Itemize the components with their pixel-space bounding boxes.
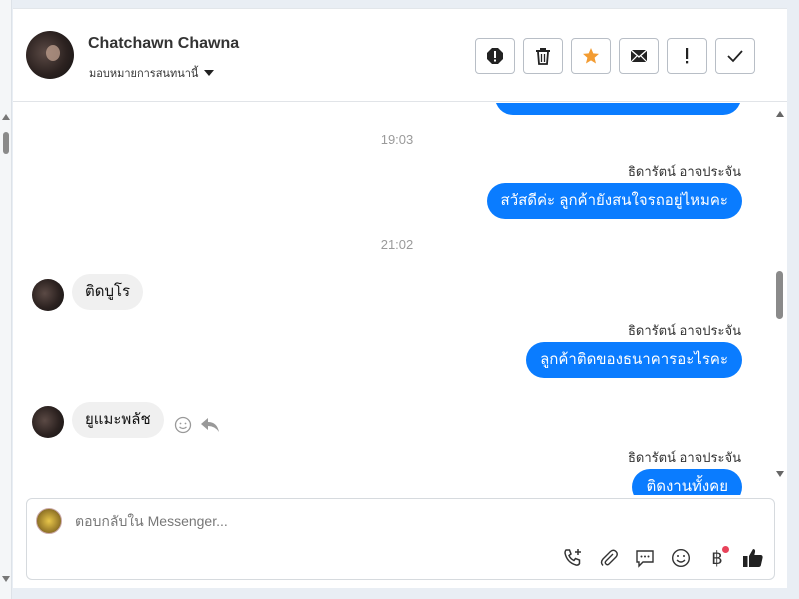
- sender-name: ธิดารัตน์ อาจประจัน: [627, 450, 741, 465]
- sender-name: ธิดารัตน์ อาจประจัน: [627, 323, 741, 338]
- timestamp: 21:02: [380, 237, 414, 252]
- app-frame: Chatchawn Chawna มอบหมายการสนทนานี้ 19:0…: [0, 0, 799, 599]
- message-composer: ฿: [26, 498, 775, 580]
- header-actions: [475, 38, 755, 74]
- call-button[interactable]: [560, 545, 586, 571]
- sender-name: ธิดารัตน์ อาจประจัน: [627, 164, 741, 179]
- react-emoji-icon[interactable]: [174, 416, 192, 434]
- check-icon: [727, 50, 743, 63]
- report-icon: [487, 48, 503, 64]
- timestamp: 19:03: [380, 132, 414, 147]
- message-bubble-outgoing-partial[interactable]: [495, 103, 741, 115]
- reply-input[interactable]: [75, 513, 715, 529]
- star-icon: [583, 48, 599, 64]
- notification-dot: [722, 546, 729, 553]
- envelope-icon: [630, 49, 648, 63]
- trash-icon: [536, 48, 550, 65]
- message-bubble-outgoing[interactable]: สวัสดีค่ะ ลูกค้ายังสนใจรถอยู่ไหมคะ: [486, 183, 742, 219]
- reply-icon[interactable]: [200, 417, 220, 433]
- chat-bubble-icon: [636, 550, 654, 568]
- paperclip-icon: [600, 549, 618, 566]
- contact-name[interactable]: Chatchawn Chawna: [88, 35, 239, 53]
- composer-tools: ฿: [560, 545, 766, 571]
- like-button[interactable]: [740, 545, 766, 571]
- phone-add-icon: [564, 549, 581, 566]
- mark-important-button[interactable]: [667, 38, 707, 74]
- message-actions: [174, 416, 220, 434]
- scroll-up-arrow[interactable]: [776, 111, 784, 117]
- page-scrollbar[interactable]: [0, 0, 12, 599]
- exclamation-icon: [686, 48, 689, 64]
- contact-avatar-small[interactable]: [32, 279, 64, 311]
- scroll-thumb[interactable]: [3, 132, 9, 154]
- delete-button[interactable]: [523, 38, 563, 74]
- message-bubble-incoming[interactable]: ยูแมะพลัช: [72, 402, 164, 438]
- scroll-down-arrow[interactable]: [2, 576, 10, 582]
- conversation-area[interactable]: 19:03 ธิดารัตน์ อาจประจัน สวัสดีค่ะ ลูกค…: [13, 103, 787, 495]
- assign-label: มอบหมายการสนทนานี้: [89, 68, 199, 80]
- message-bubble-outgoing[interactable]: ลูกค้าติดของธนาคารอะไรคะ: [526, 342, 742, 378]
- conversation-scrollbar[interactable]: [774, 103, 786, 495]
- emoji-icon: [671, 548, 691, 568]
- scroll-down-arrow[interactable]: [776, 471, 784, 477]
- star-button[interactable]: [571, 38, 611, 74]
- saved-replies-button[interactable]: [632, 545, 658, 571]
- contact-avatar-small[interactable]: [32, 406, 64, 438]
- scroll-thumb[interactable]: [776, 271, 783, 319]
- mark-done-button[interactable]: [715, 38, 755, 74]
- emoji-button[interactable]: [668, 545, 694, 571]
- caret-down-icon: [204, 70, 215, 76]
- baht-icon: ฿: [711, 547, 723, 569]
- attach-button[interactable]: [596, 545, 622, 571]
- chat-header: Chatchawn Chawna มอบหมายการสนทนานี้: [13, 9, 787, 102]
- assign-conversation-dropdown[interactable]: มอบหมายการสนทนานี้: [89, 64, 215, 82]
- page-avatar: [36, 508, 62, 534]
- report-button[interactable]: [475, 38, 515, 74]
- scroll-up-arrow[interactable]: [2, 114, 10, 120]
- message-bubble-outgoing[interactable]: ติดงานทั้งคย: [632, 469, 742, 495]
- chat-panel: Chatchawn Chawna มอบหมายการสนทนานี้ 19:0…: [13, 8, 787, 588]
- message-bubble-incoming[interactable]: ติดบูโร: [72, 274, 144, 310]
- contact-avatar[interactable]: [26, 31, 74, 79]
- email-button[interactable]: [619, 38, 659, 74]
- thumbs-up-icon: [743, 549, 763, 567]
- payment-button[interactable]: ฿: [704, 545, 730, 571]
- outer-background: [787, 0, 799, 599]
